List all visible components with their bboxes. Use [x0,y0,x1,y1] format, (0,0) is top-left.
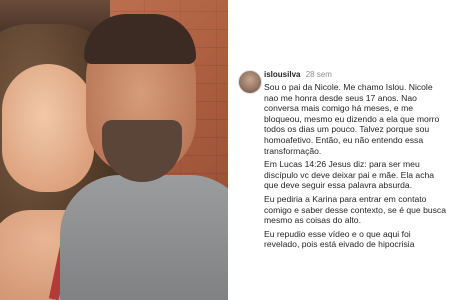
selfie-photo [0,0,228,300]
comment-paragraph: Sou o pai da Nicole. Me chamo Islou. Nic… [264,82,440,156]
comment-header: islousilva 28 sem [264,70,332,80]
timestamp: 28 sem [305,70,332,79]
comment-paragraph: Eu repudio esse vídeo e o que aqui foi r… [264,228,415,250]
man-shirt [60,175,228,300]
username-link[interactable]: islousilva [264,70,300,79]
comment-paragraph: Em Lucas 14:26 Jesus diz: para ser meu d… [264,159,435,191]
avatar[interactable] [238,70,262,94]
comment-text: Sou o pai da Nicole. Me chamo Islou. Nic… [264,82,448,253]
screen: islousilva 28 sem Sou o pai da Nicole. M… [0,0,450,300]
comment-panel: islousilva 28 sem Sou o pai da Nicole. M… [228,0,450,300]
comment-paragraph: Eu pediria a Karina para entrar em conta… [264,193,447,226]
woman-face [2,64,94,192]
